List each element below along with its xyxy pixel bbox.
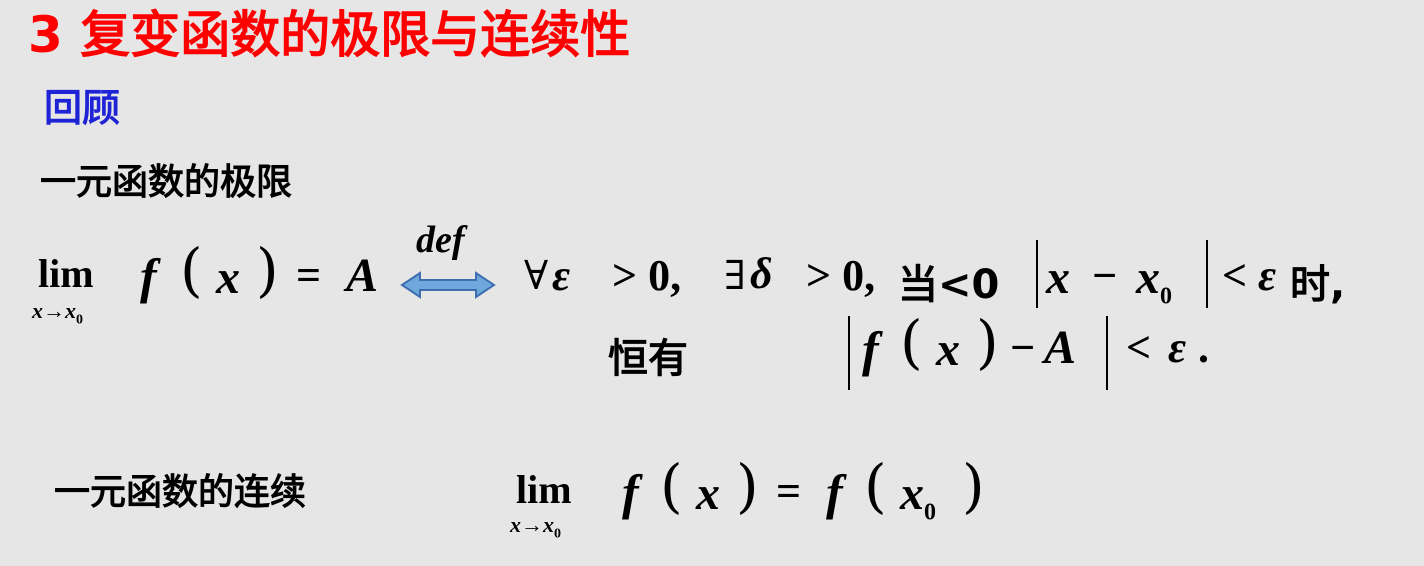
continuity-lim-operator: lim — [516, 467, 572, 512]
ineq-less-than: < — [1126, 323, 1152, 372]
def-label: def — [416, 219, 465, 261]
forall-symbol: ∀ — [524, 253, 549, 298]
lim-subscript: x→x0 — [32, 298, 83, 328]
continuity-rhs-function: f — [826, 464, 843, 520]
double-arrow-icon — [400, 270, 496, 305]
exists-symbol: ∃ — [724, 253, 746, 298]
abs2-bar-left — [848, 316, 850, 390]
continuity-equals: = — [776, 467, 802, 516]
greater-zero-2: > 0, — [806, 251, 876, 300]
abs-bar-left — [1036, 240, 1038, 308]
continuity-heading: 一元函数的连续 — [54, 472, 307, 513]
when-condition: 当<0 — [898, 262, 1000, 308]
x0-variable: x0 — [1136, 251, 1172, 310]
lhs-function: f — [140, 248, 157, 304]
always-has-label: 恒有 — [608, 336, 688, 382]
continuity-rhs-close-paren: ) — [962, 452, 985, 520]
ineq-open-paren: ( — [900, 308, 923, 376]
less-than: < — [1222, 251, 1248, 300]
x-variable: x — [1046, 251, 1070, 304]
ineq-variable: x — [936, 323, 960, 376]
continuity-rhs-open-paren: ( — [864, 452, 887, 520]
epsilon-symbol: ε — [552, 251, 571, 300]
lim-operator: lim — [38, 251, 94, 296]
abs2-bar-right — [1106, 316, 1108, 390]
continuity-lim-subscript: x→x0 — [510, 512, 561, 542]
lhs-variable: x — [216, 251, 240, 304]
lhs-open-paren: ( — [180, 236, 203, 304]
ineq-value: A — [1044, 321, 1077, 374]
limit-heading: 一元函数的极限 — [40, 162, 293, 203]
ineq-period: . — [1198, 323, 1209, 372]
minus-sign: − — [1092, 251, 1118, 300]
time-suffix: 时, — [1290, 262, 1346, 308]
equals-sign: = — [296, 251, 322, 300]
delta-symbol: δ — [750, 249, 773, 298]
ineq-function: f — [862, 321, 879, 377]
continuity-lhs-open-paren: ( — [660, 452, 683, 520]
continuity-lhs-close-paren: ) — [736, 452, 759, 520]
continuity-lhs-function: f — [622, 464, 639, 520]
ineq-minus: − — [1010, 323, 1036, 372]
greater-zero: > 0, — [612, 251, 682, 300]
lhs-close-paren: ) — [256, 236, 279, 304]
continuity-lhs-variable: x — [696, 467, 720, 520]
review-label: 回顾 — [44, 86, 121, 130]
epsilon-symbol-2: ε — [1258, 251, 1277, 300]
abs-bar-right — [1206, 240, 1208, 308]
ineq-epsilon: ε — [1168, 323, 1187, 372]
continuity-rhs-variable: x0 — [900, 467, 936, 526]
page-title: 3 复变函数的极限与连续性 — [28, 6, 631, 64]
limit-value: A — [346, 249, 379, 302]
ineq-close-paren: ) — [976, 308, 999, 376]
